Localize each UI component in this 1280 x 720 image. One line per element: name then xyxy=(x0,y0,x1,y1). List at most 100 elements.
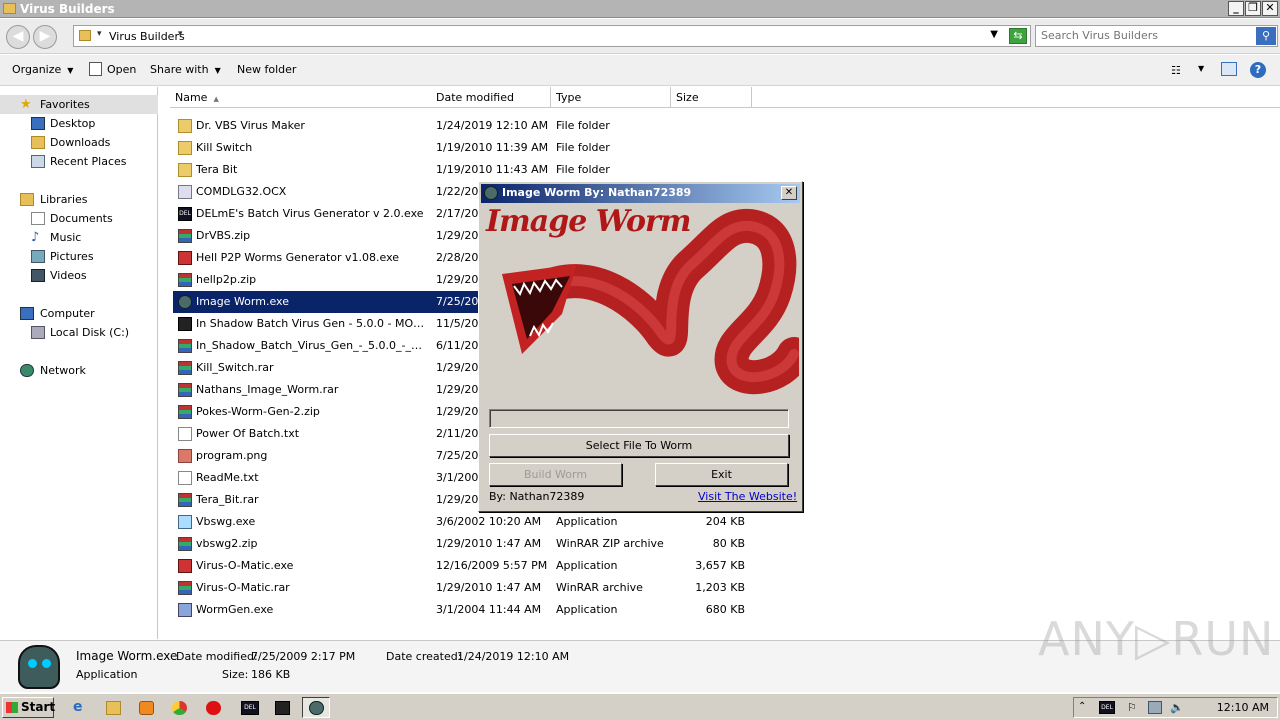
ocx-icon xyxy=(178,185,192,199)
volume-icon[interactable]: 🔈 xyxy=(1170,701,1184,714)
skull-icon xyxy=(484,186,498,200)
breadcrumb[interactable]: Virus Builders xyxy=(109,30,185,43)
file-row[interactable]: Image Worm.exe 7/25/200 xyxy=(173,291,485,313)
nav-music[interactable]: ♪ Music xyxy=(0,228,158,247)
close-button[interactable]: ✕ xyxy=(1262,1,1278,16)
details-date-modified-label: Date modified: xyxy=(176,650,258,663)
file-row[interactable]: Dr. VBS Virus Maker 1/24/2019 12:10 AM Fil… xyxy=(173,115,733,137)
help-icon[interactable]: ? xyxy=(1250,62,1266,78)
file-row[interactable]: Vbswg.exe 3/6/2002 10:20 AM Application 204… xyxy=(173,511,745,533)
column-header-type[interactable]: Type xyxy=(551,87,671,108)
file-name: ReadMe.txt xyxy=(196,471,259,484)
nav-desktop[interactable]: Desktop xyxy=(0,114,158,133)
image-worm-banner: Image Worm xyxy=(482,204,799,402)
nav-pictures[interactable]: Pictures xyxy=(0,247,158,266)
nav-local-disk[interactable]: Local Disk (C:) xyxy=(0,323,158,342)
taskbar-delme-app[interactable]: DEL xyxy=(234,697,262,718)
column-header-date-modified[interactable]: Date modified xyxy=(431,87,551,108)
back-button[interactable]: ◀ xyxy=(6,25,30,49)
exit-button[interactable]: Exit xyxy=(655,463,788,486)
view-dropdown-icon[interactable]: ▼ xyxy=(1198,64,1204,73)
details-type: Application xyxy=(76,668,138,681)
winrar-icon xyxy=(178,537,192,551)
preview-pane-icon[interactable] xyxy=(1221,62,1237,76)
file-type: File folder xyxy=(556,141,610,154)
nav-favorites[interactable]: ★ Favorites xyxy=(0,95,158,114)
taskbar-explorer[interactable] xyxy=(99,697,127,718)
file-name: Tera Bit xyxy=(196,163,238,176)
file-date-modified: 1/29/2010 1:47 AM xyxy=(436,581,542,594)
column-header-size[interactable]: Size xyxy=(671,87,752,108)
nav-documents[interactable]: Documents xyxy=(0,209,158,228)
tray-expand-icon[interactable]: ⌃ xyxy=(1078,701,1092,714)
open-button[interactable]: Open xyxy=(107,63,136,76)
file-name: DELmE's Batch Virus Generator v 2.0.exe xyxy=(196,207,424,220)
breadcrumb-chevron-icon[interactable]: ▾ xyxy=(178,29,183,39)
file-name: In Shadow Batch Virus Gen - 5.0.0 - MOD.… xyxy=(196,317,428,330)
image-worm-dialog: Image Worm By: Nathan72389 ✕ Image Worm … xyxy=(478,181,803,512)
app-icon xyxy=(178,251,192,265)
network-icon[interactable] xyxy=(1148,701,1162,714)
search-icon[interactable]: ⚲ xyxy=(1256,27,1276,45)
share-with-button[interactable]: Share with ▼ xyxy=(150,63,221,76)
taskbar-ie[interactable]: e xyxy=(66,697,94,718)
nav-computer[interactable]: Computer xyxy=(0,304,158,323)
new-folder-button[interactable]: New folder xyxy=(237,63,296,76)
nav-recent-places[interactable]: Recent Places xyxy=(0,152,158,171)
dialog-title: Image Worm By: Nathan72389 xyxy=(502,186,692,199)
nav-downloads[interactable]: Downloads xyxy=(0,133,158,152)
maximize-button[interactable]: ❐ xyxy=(1245,1,1261,16)
dialog-titlebar[interactable]: Image Worm By: Nathan72389 ✕ xyxy=(481,184,800,203)
binoculars-icon xyxy=(178,317,192,331)
window-titlebar[interactable]: Virus Builders _ ❐ ✕ xyxy=(0,0,1280,18)
chrome-icon xyxy=(172,701,187,715)
build-worm-button[interactable]: Build Worm xyxy=(489,463,622,486)
organize-button[interactable]: Organize ▼ xyxy=(12,63,73,76)
file-path-field[interactable] xyxy=(489,409,789,428)
select-file-button[interactable]: Select File To Worm xyxy=(489,434,789,457)
taskbar-image-worm[interactable] xyxy=(302,697,330,718)
address-dropdown-icon[interactable]: ▼ xyxy=(990,29,998,40)
breadcrumb-chevron-icon[interactable]: ▾ xyxy=(97,29,102,39)
file-date-modified: 1/19/2010 11:43 AM xyxy=(436,163,549,176)
file-row[interactable]: Virus-O-Matic.rar 1/29/2010 1:47 AM WinRAR… xyxy=(173,577,745,599)
action-center-flag-icon[interactable]: ⚐ xyxy=(1127,701,1141,714)
taskbar-opera[interactable] xyxy=(199,697,227,718)
start-button[interactable]: Start xyxy=(2,697,55,718)
del-app-icon[interactable]: DEL xyxy=(1099,701,1115,714)
text-file-icon xyxy=(178,471,192,485)
minimize-button[interactable]: _ xyxy=(1228,1,1244,16)
taskbar-chrome[interactable] xyxy=(165,697,193,718)
visit-website-link[interactable]: Visit The Website! xyxy=(698,490,797,503)
file-row[interactable]: Virus-O-Matic.exe 12/16/2009 5:57 PM Appli… xyxy=(173,555,745,577)
details-date-created-label: Date created: xyxy=(386,650,462,663)
refresh-button[interactable]: ⇆ xyxy=(1009,28,1027,44)
file-row[interactable]: Tera Bit 1/19/2010 11:43 AM File folder xyxy=(173,159,733,181)
forward-button[interactable]: ▶ xyxy=(33,25,57,49)
file-name: hellp2p.zip xyxy=(196,273,257,286)
taskbar-in-shadow-app[interactable] xyxy=(268,697,296,718)
desktop-icon xyxy=(31,117,45,130)
folder-icon xyxy=(79,30,91,41)
address-bar[interactable]: ▾ Virus Builders ▾ ▼ ⇆ xyxy=(73,25,1031,47)
hard-disk-icon xyxy=(31,326,45,339)
view-options-icon[interactable]: ☷ xyxy=(1171,64,1181,77)
file-row[interactable]: WormGen.exe 3/1/2004 11:44 AM Application 6… xyxy=(173,599,745,621)
winrar-icon xyxy=(178,339,192,353)
taskbar-media-player[interactable] xyxy=(132,697,160,718)
dialog-close-button[interactable]: ✕ xyxy=(781,186,797,200)
nav-libraries[interactable]: Libraries xyxy=(0,190,158,209)
nav-network[interactable]: Network xyxy=(0,361,158,380)
nav-videos[interactable]: Videos xyxy=(0,266,158,285)
winrar-icon xyxy=(178,383,192,397)
file-name: Pokes-Worm-Gen-2.zip xyxy=(196,405,320,418)
file-row[interactable]: Kill Switch 1/19/2010 11:39 AM File folder xyxy=(173,137,733,159)
search-input[interactable] xyxy=(1041,29,1251,42)
file-name: Virus-O-Matic.exe xyxy=(196,559,294,572)
file-row[interactable]: vbswg2.zip 1/29/2010 1:47 AM WinRAR ZIP ar… xyxy=(173,533,745,555)
file-date-modified: 12/16/2009 5:57 PM xyxy=(436,559,548,572)
clock[interactable]: 12:10 AM xyxy=(1217,701,1269,714)
libraries-icon xyxy=(20,193,34,206)
del-app-icon: DEL xyxy=(178,207,192,221)
column-header-name[interactable]: Name ▲ xyxy=(170,87,432,108)
